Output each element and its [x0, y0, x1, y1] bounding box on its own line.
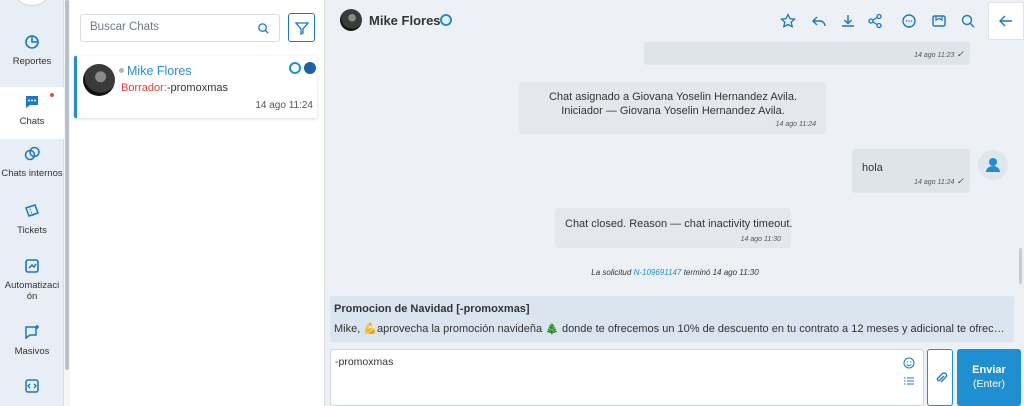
ticket-icon	[25, 204, 39, 217]
back-button[interactable]	[988, 2, 1024, 40]
filter-button[interactable]	[288, 13, 315, 42]
inbox-icon[interactable]	[931, 13, 947, 29]
pie-chart-icon	[25, 35, 39, 49]
nav-item-automatizacion[interactable]: Automatización	[0, 258, 64, 306]
contact-name: Mike Flores	[127, 64, 192, 78]
message-bubble-outgoing: 14 ago 11:23 ✓	[644, 42, 970, 64]
broadcast-icon	[25, 325, 39, 340]
message-composer[interactable]: -promoxmas	[330, 349, 924, 406]
nav-scroll-thumb[interactable]	[65, 0, 69, 370]
ticket-link[interactable]: N-109691147	[634, 268, 682, 277]
draft-label: Borrador:	[121, 82, 167, 94]
left-nav: Reportes Chats Chats internos Tickets Au…	[0, 0, 64, 406]
template-title: Promocion de Navidad [-promoxmas]	[334, 303, 530, 315]
contact-avatar	[83, 64, 115, 96]
send-hint: (Enter)	[972, 378, 1006, 390]
check-icon: ✓	[956, 49, 964, 59]
conversation-header: Mike Flores	[326, 0, 1024, 42]
template-preview[interactable]: Promocion de Navidad [-promoxmas] Mike, …	[330, 296, 1014, 342]
draft-preview: Borrador:-promoxmas	[121, 82, 228, 94]
system-message: Chat closed. Reason — chat inactivity ti…	[555, 208, 793, 247]
user-avatar[interactable]	[12, 0, 52, 6]
nav-label: Reportes	[12, 56, 52, 67]
conversation-panel: Mike Flores 14 ago 11:23 ✓ Chat asignado …	[326, 0, 1024, 406]
message-list[interactable]: 14 ago 11:23 ✓ Chat asignado a Giovana Yo…	[326, 42, 1024, 295]
back-arrow-icon	[999, 15, 1012, 27]
nav-item-masivos[interactable]: Masivos	[0, 324, 64, 376]
nav-item-chats[interactable]: Chats	[0, 87, 64, 139]
send-button[interactable]: Enviar (Enter)	[957, 349, 1021, 406]
star-icon[interactable]	[780, 13, 796, 29]
code-icon	[25, 379, 39, 393]
closure-suffix: terminó 14 ago 11:30	[683, 268, 759, 277]
status-ring-icon	[289, 62, 301, 74]
download-icon[interactable]	[840, 13, 856, 29]
chat-list-panel: Mike Flores Borrador:-promoxmas 14 ago 1…	[70, 0, 325, 406]
search-input[interactable]	[90, 21, 240, 33]
message-time: 14 ago 11:24	[775, 121, 816, 128]
user-icon	[986, 158, 1000, 172]
contact-name: Mike Flores	[369, 13, 441, 28]
search-icon[interactable]	[257, 22, 270, 35]
internal-chat-icon	[24, 146, 40, 161]
chat-list-item[interactable]: Mike Flores Borrador:-promoxmas 14 ago 1…	[74, 56, 317, 118]
filter-icon	[295, 22, 309, 35]
chat-time: 14 ago 11:24	[255, 100, 313, 111]
send-label: Enviar	[972, 364, 1006, 376]
status-ring-icon	[440, 14, 452, 26]
message-input[interactable]: -promoxmas	[335, 356, 895, 400]
attach-button[interactable]	[927, 349, 953, 406]
nav-label: Automatización	[4, 280, 60, 302]
check-icon: ✓	[956, 176, 964, 186]
system-message: Chat asignado a Giovana Yoselin Hernande…	[519, 82, 826, 133]
messages-scrollbar[interactable]	[1019, 248, 1022, 284]
draft-text: -promoxmas	[166, 82, 228, 94]
message-time: 14 ago 11:24 ✓	[914, 176, 964, 186]
search-icon[interactable]	[960, 13, 976, 29]
share-icon[interactable]	[867, 13, 883, 29]
nav-label: Tickets	[17, 225, 47, 236]
nav-item-chats-internos[interactable]: Chats internos	[0, 146, 64, 198]
nav-label: Masivos	[14, 346, 50, 357]
message-bubble-outgoing: hola 14 ago 11:24 ✓	[852, 149, 970, 192]
paperclip-icon	[936, 372, 948, 383]
presence-dot	[119, 68, 124, 73]
message-text: Chat closed. Reason — chat inactivity ti…	[565, 218, 793, 230]
quick-replies-icon[interactable]	[903, 375, 915, 387]
request-closure-note: La solicitud N-109691147 terminó 14 ago …	[326, 268, 1024, 277]
emoji-icon[interactable]	[903, 357, 915, 369]
nav-label: Chats internos	[1, 168, 63, 179]
closure-prefix: La solicitud	[591, 268, 632, 277]
nav-label: Chats	[19, 116, 45, 127]
nav-item-tickets[interactable]: Tickets	[0, 203, 64, 255]
search-box[interactable]	[80, 14, 280, 42]
comment-icon[interactable]	[901, 13, 917, 29]
automation-icon	[25, 259, 39, 273]
agent-avatar	[978, 150, 1008, 180]
chat-bubble-icon	[26, 96, 38, 108]
message-time: 14 ago 11:30	[740, 236, 781, 243]
contact-avatar[interactable]	[340, 9, 362, 31]
nav-item-api[interactable]	[0, 378, 64, 406]
notification-dot	[50, 93, 54, 97]
nav-item-reportes[interactable]: Reportes	[0, 34, 64, 86]
template-body: Mike, 💪aprovecha la promoción navideña 🎄…	[334, 323, 1010, 335]
message-text: hola	[862, 162, 883, 174]
reply-icon[interactable]	[811, 13, 827, 29]
message-time: 14 ago 11:23 ✓	[914, 49, 964, 59]
message-text: Chat asignado a Giovana Yoselin Hernande…	[548, 91, 798, 117]
channel-icon	[304, 62, 316, 74]
